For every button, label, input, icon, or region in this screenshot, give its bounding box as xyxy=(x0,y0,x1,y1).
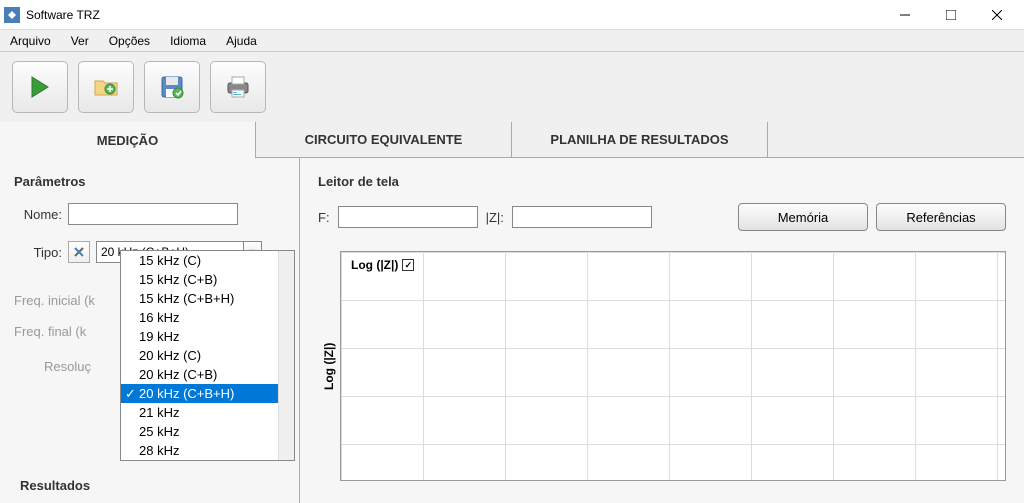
save-button[interactable] xyxy=(144,61,200,113)
chart-area: Log (|Z|) Log (|Z|) ✓ xyxy=(318,251,1006,481)
tab-spacer xyxy=(768,122,1024,158)
dropdown-option[interactable]: 20 kHz (C+B) xyxy=(121,365,294,384)
window-titlebar: Software TRZ xyxy=(0,0,1024,30)
freq-final-label: Freq. final (k xyxy=(14,324,86,339)
menubar: Arquivo Ver Opções Idioma Ajuda xyxy=(0,30,1024,52)
dropdown-option-selected[interactable]: 20 kHz (C+B+H) xyxy=(121,384,294,403)
f-label: F: xyxy=(318,210,330,225)
window-controls xyxy=(882,0,1020,30)
tipo-label: Tipo: xyxy=(14,245,62,260)
resolucao-label: Resoluç xyxy=(44,359,91,374)
chart-grid[interactable]: Log (|Z|) ✓ xyxy=(340,251,1006,481)
dropdown-option[interactable]: 21 kHz xyxy=(121,403,294,422)
nome-row: Nome: xyxy=(14,203,285,225)
f-input[interactable] xyxy=(338,206,478,228)
menu-ajuda[interactable]: Ajuda xyxy=(222,32,261,50)
close-button[interactable] xyxy=(974,0,1020,30)
tab-medicao[interactable]: MEDIÇÃO xyxy=(0,122,256,158)
resultados-title: Resultados xyxy=(20,478,90,493)
z-input[interactable] xyxy=(512,206,652,228)
menu-arquivo[interactable]: Arquivo xyxy=(6,32,55,50)
menu-ver[interactable]: Ver xyxy=(67,32,93,50)
maximize-button[interactable] xyxy=(928,0,974,30)
parametros-title: Parâmetros xyxy=(14,174,285,189)
dropdown-scrollbar[interactable] xyxy=(278,251,294,460)
minimize-button[interactable] xyxy=(882,0,928,30)
play-button[interactable] xyxy=(12,61,68,113)
tipo-settings-icon[interactable] xyxy=(68,241,90,263)
print-button[interactable] xyxy=(210,61,266,113)
dropdown-option[interactable]: 28 kHz xyxy=(121,441,294,460)
z-label: |Z|: xyxy=(486,210,504,225)
dropdown-option[interactable]: 15 kHz (C) xyxy=(121,251,294,270)
toolbar xyxy=(0,52,1024,122)
memoria-button[interactable]: Memória xyxy=(738,203,868,231)
menu-idioma[interactable]: Idioma xyxy=(166,32,210,50)
chart-legend: Log (|Z|) ✓ xyxy=(351,258,414,272)
menu-opcoes[interactable]: Opções xyxy=(105,32,154,50)
content-area: Parâmetros Nome: Tipo: 20 kHz (C+B+H) ▼ … xyxy=(0,158,1024,503)
dropdown-option[interactable]: 25 kHz xyxy=(121,422,294,441)
leitor-title: Leitor de tela xyxy=(318,174,1006,189)
freq-inicial-label: Freq. inicial (k xyxy=(14,293,95,308)
tab-circuito[interactable]: CIRCUITO EQUIVALENTE xyxy=(256,122,512,158)
open-folder-button[interactable] xyxy=(78,61,134,113)
dropdown-option[interactable]: 16 kHz xyxy=(121,308,294,327)
chart-y-axis-label: Log (|Z|) xyxy=(318,251,340,481)
dropdown-option[interactable]: 15 kHz (C+B) xyxy=(121,270,294,289)
nome-label: Nome: xyxy=(14,207,62,222)
parametros-panel: Parâmetros Nome: Tipo: 20 kHz (C+B+H) ▼ … xyxy=(0,158,300,503)
dropdown-option[interactable]: 19 kHz xyxy=(121,327,294,346)
dropdown-option[interactable]: 15 kHz (C+B+H) xyxy=(121,289,294,308)
nome-input[interactable] xyxy=(68,203,238,225)
tabs: MEDIÇÃO CIRCUITO EQUIVALENTE PLANILHA DE… xyxy=(0,122,1024,158)
tipo-dropdown: 15 kHz (C) 15 kHz (C+B) 15 kHz (C+B+H) 1… xyxy=(120,250,295,461)
screen-reader-row: F: |Z|: Memória Referências xyxy=(318,203,1006,231)
referencias-button[interactable]: Referências xyxy=(876,203,1006,231)
window-title: Software TRZ xyxy=(26,8,882,22)
app-icon xyxy=(4,7,20,23)
dropdown-option[interactable]: 20 kHz (C) xyxy=(121,346,294,365)
right-panel: Leitor de tela F: |Z|: Memória Referênci… xyxy=(300,158,1024,503)
chart-legend-checkbox[interactable]: ✓ xyxy=(402,259,414,271)
tab-planilha[interactable]: PLANILHA DE RESULTADOS xyxy=(512,122,768,158)
chart-legend-label: Log (|Z|) xyxy=(351,258,398,272)
